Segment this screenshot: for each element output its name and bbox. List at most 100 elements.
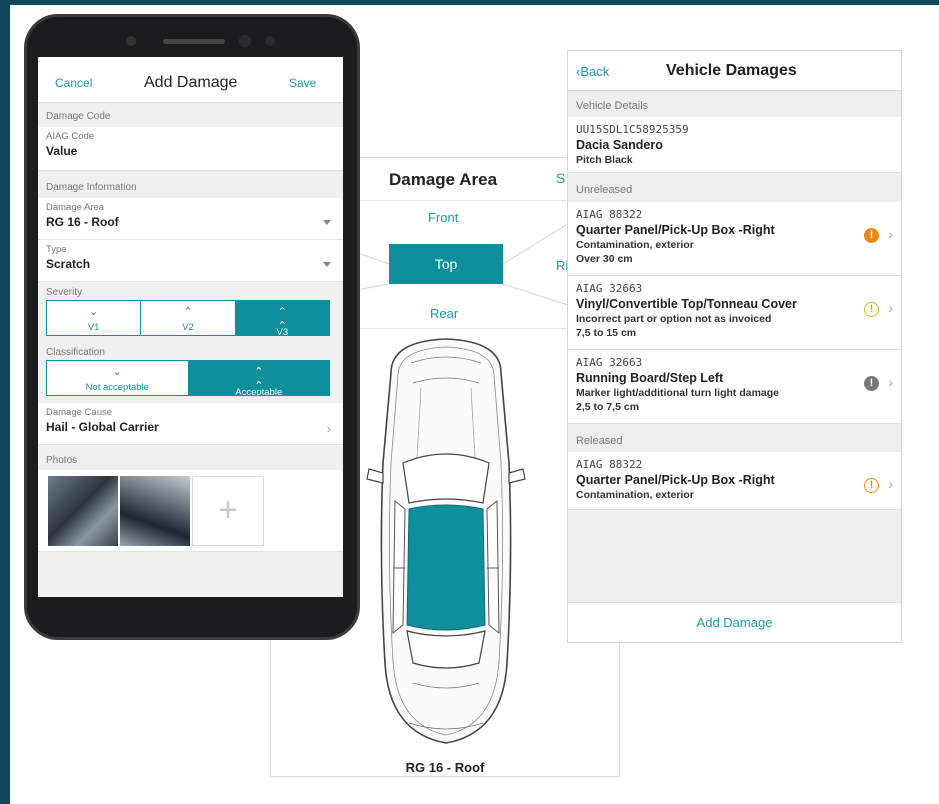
- field-label: Damage Cause: [46, 407, 113, 418]
- damage-detail: Marker light/additional turn light damag…: [576, 387, 780, 399]
- damage-size: 2,5 to 7,5 cm: [576, 401, 640, 413]
- section-header-unreleased: Unreleased: [576, 184, 633, 196]
- section-header-vehicle-details: Vehicle Details: [576, 100, 649, 112]
- chevron-right-icon: ›: [326, 421, 331, 436]
- alert-outline-yellow-icon: !: [864, 302, 879, 317]
- option-label: V2: [182, 322, 194, 333]
- option-label: Not acceptable: [85, 382, 149, 393]
- sensor-icon: [265, 36, 275, 46]
- roof-highlight: [406, 504, 486, 631]
- vehicle-model: Dacia Sandero: [576, 138, 663, 152]
- dropdown-caret-icon: [323, 220, 331, 225]
- back-label: Back: [580, 64, 610, 79]
- damage-cause-field[interactable]: Damage Cause Hail - Global Carrier ›: [38, 403, 343, 445]
- vehicle-details-card: UU15SDL1C58925359 Dacia Sandero Pitch Bl…: [568, 117, 901, 173]
- screen-header: Cancel Add Damage Save: [38, 57, 343, 103]
- section-header-released: Released: [576, 435, 623, 447]
- section-header-damage-code: Damage Code: [46, 111, 111, 122]
- add-damage-screen: Cancel Add Damage Save Damage Code AIAG …: [38, 57, 343, 597]
- damage-detail: Contamination, exterior: [576, 489, 694, 501]
- type-select[interactable]: Type Scratch: [38, 240, 343, 282]
- field-value: Hail - Global Carrier: [46, 420, 159, 434]
- page-title: Add Damage: [144, 74, 238, 91]
- severity-label: Severity: [46, 287, 83, 298]
- alert-filled-orange-icon: !: [864, 228, 879, 243]
- severity-option-v1[interactable]: ⌄ V1: [47, 301, 142, 335]
- damage-photo-thumbnail[interactable]: [120, 476, 190, 546]
- field-value: Scratch: [46, 257, 91, 271]
- damage-code: AIAG 88322: [576, 458, 643, 471]
- selected-area-caption: RG 16 - Roof: [405, 760, 485, 775]
- damage-detail: Incorrect part or option not as invoiced: [576, 313, 772, 325]
- option-label: V3: [276, 327, 289, 338]
- field-label: Type: [46, 244, 67, 255]
- damage-photo-thumbnail[interactable]: [48, 476, 118, 546]
- section-header-photos: Photos: [46, 455, 78, 466]
- chevron-right-icon: ›: [888, 476, 893, 492]
- damage-part: Quarter Panel/Pick-Up Box -Right: [576, 473, 775, 487]
- plus-icon: +: [218, 491, 238, 529]
- chevron-right-icon: ›: [888, 374, 893, 390]
- field-label: Damage Area: [46, 202, 105, 213]
- damage-area-title: Damage Area: [389, 170, 498, 189]
- damage-code: AIAG 88322: [576, 208, 643, 221]
- background-frame-top: [0, 0, 939, 5]
- severity-option-v2[interactable]: ⌃ V2: [141, 301, 236, 335]
- classification-label: Classification: [46, 347, 105, 358]
- section-header-damage-information: Damage Information: [46, 182, 137, 193]
- right-mirror: [508, 468, 526, 484]
- field-value: RG 16 - Roof: [46, 215, 119, 229]
- damage-area-select[interactable]: Damage Area RG 16 - Roof: [38, 198, 343, 240]
- damage-detail: Contamination, exterior: [576, 239, 694, 251]
- camera-icon: [239, 35, 251, 47]
- vin-text: UU15SDL1C58925359: [576, 123, 689, 136]
- severity-option-v3[interactable]: ⌃ ⌃ V3: [235, 301, 329, 338]
- chevron-down-icon: ⌄: [112, 366, 122, 378]
- damage-part: Quarter Panel/Pick-Up Box -Right: [576, 223, 775, 237]
- front-camera-icon: [126, 36, 136, 46]
- add-damage-button[interactable]: Add Damage: [568, 615, 901, 630]
- speaker-grille: [163, 39, 225, 44]
- damage-list-item[interactable]: AIAG 32663 Running Board/Step Left Marke…: [568, 350, 901, 424]
- damage-code: AIAG 32663: [576, 356, 643, 369]
- damage-part: Running Board/Step Left: [576, 371, 724, 385]
- classification-option-acceptable[interactable]: ⌃ ⌃ Acceptable: [188, 361, 329, 398]
- chevron-down-icon: ⌄: [89, 306, 99, 318]
- rear-window: [406, 630, 486, 669]
- add-photo-button[interactable]: +: [192, 476, 264, 546]
- chevron-right-icon: ›: [888, 300, 893, 316]
- damage-area-save-link[interactable]: S: [556, 170, 565, 186]
- zone-rear-button[interactable]: Rear: [430, 306, 458, 321]
- cancel-button[interactable]: Cancel: [55, 76, 92, 90]
- severity-segmented-control: ⌄ V1 ⌃ V2 ⌃ ⌃ V3: [46, 300, 330, 338]
- damage-list-item[interactable]: AIAG 88322 Quarter Panel/Pick-Up Box -Ri…: [568, 202, 901, 276]
- chevron-right-icon: ›: [888, 226, 893, 242]
- chevron-up-icon: ⌃: [183, 306, 193, 318]
- zone-top-button[interactable]: Top: [389, 244, 503, 284]
- option-label: Acceptable: [235, 387, 283, 398]
- damage-part: Vinyl/Convertible Top/Tonneau Cover: [576, 297, 797, 311]
- vehicle-damages-header: ‹Back Vehicle Damages: [568, 51, 901, 91]
- vehicle-damages-panel: ‹Back Vehicle Damages Vehicle Details UU…: [567, 50, 902, 643]
- option-label: V1: [87, 322, 100, 333]
- damage-size: Over 30 cm: [576, 253, 633, 265]
- vehicle-color: Pitch Black: [576, 154, 633, 166]
- damage-list-item[interactable]: AIAG 88322 Quarter Panel/Pick-Up Box -Ri…: [568, 452, 901, 510]
- car-top-view-diagram[interactable]: [351, 333, 541, 753]
- alert-filled-gray-icon: !: [864, 376, 879, 391]
- classification-segmented-control: ⌄ Not acceptable ⌃ ⌃ Acceptable: [46, 360, 330, 398]
- zone-front-button[interactable]: Front: [428, 210, 458, 225]
- save-button[interactable]: Save: [289, 76, 316, 90]
- alert-outline-orange-icon: !: [864, 478, 879, 493]
- dropdown-caret-icon: [323, 262, 331, 267]
- page-title: Vehicle Damages: [666, 62, 797, 79]
- classification-option-not-acceptable[interactable]: ⌄ Not acceptable: [47, 361, 189, 395]
- damage-size: 7,5 to 15 cm: [576, 327, 637, 339]
- back-button[interactable]: ‹Back: [576, 64, 609, 79]
- field-label: AIAG Code: [46, 131, 95, 142]
- background-frame-left: [0, 0, 10, 804]
- damage-list-item[interactable]: AIAG 32663 Vinyl/Convertible Top/Tonneau…: [568, 276, 901, 350]
- left-mirror: [366, 468, 384, 484]
- damage-code: AIAG 32663: [576, 282, 643, 295]
- aiag-code-field[interactable]: AIAG Code Value: [38, 127, 343, 171]
